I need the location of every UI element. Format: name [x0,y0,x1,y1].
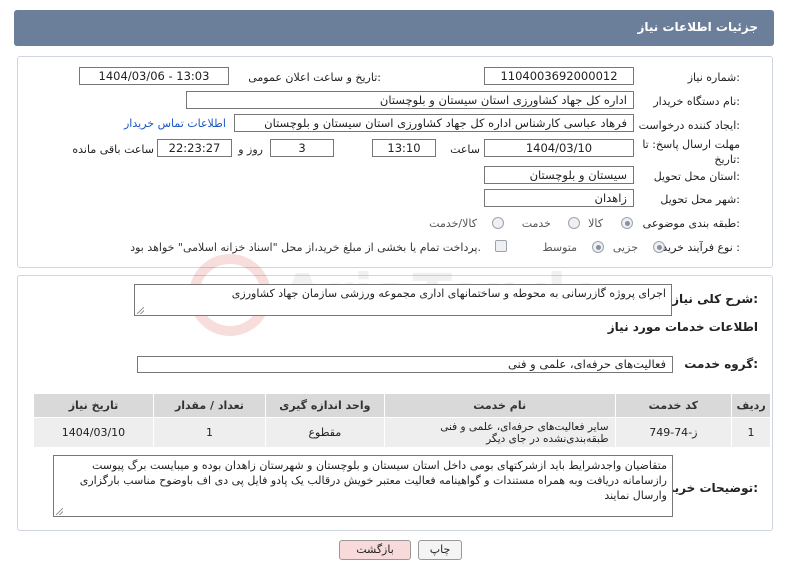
service-group-label: گروه خدمت: [684,357,758,371]
remaining-field: 22:23:27 [157,139,232,157]
resize-grip-icon[interactable] [56,508,63,515]
buyer-org-label: نام دستگاه خریدار: [653,95,740,108]
description-textarea[interactable]: اجرای پروژه گازرسانی به محوطه و ساختمانه… [134,284,672,316]
process-radio-minor[interactable] [653,241,665,253]
buyer-notes-textarea[interactable]: متقاضیان واجدشرایط باید ازشرکتهای بومی د… [53,455,673,517]
need-number-field: 1104003692000012 [484,67,634,85]
city-label: شهر محل تحویل: [660,193,740,206]
category-radio-goods[interactable] [621,217,633,229]
col-header-row: ردیف [731,393,771,418]
creator-field: فرهاد عباسی کارشناس اداره کل جهاد کشاورز… [234,114,634,132]
process-label: نوع فرآیند خرید : [662,241,740,254]
category-option-goods: کالا [588,217,603,230]
contact-info-link[interactable]: اطلاعات تماس خریدار [124,117,226,130]
cell-row: 1 [731,417,771,448]
buyer-notes-text: متقاضیان واجدشرایط باید ازشرکتهای بومی د… [79,459,667,502]
services-table: تاریخ نیاز تعداد / مقدار واحد اندازه گیر… [33,393,771,448]
deadline-date-field: 1404/03/10 [484,139,634,157]
buyer-org-field: اداره کل جهاد کشاورزی استان سیستان و بلو… [186,91,634,109]
cell-need-date: 1404/03/10 [33,417,154,448]
deadline-time-label: ساعت [450,143,480,156]
announce-field: 1404/03/06 - 13:03 [79,67,229,85]
header-bar: جزئیات اطلاعات نیاز [14,10,774,46]
days-field: 3 [270,139,334,157]
treasury-note: پرداخت تمام یا بخشی از مبلغ خرید،از محل … [130,241,481,254]
cell-unit: مقطوع [264,417,385,448]
process-option-medium: متوسط [542,241,577,254]
page-title: جزئیات اطلاعات نیاز [637,20,758,34]
province-field: سیستان و بلوچستان [484,166,634,184]
deadline-label: مهلت ارسال پاسخ: تا تاریخ: [642,138,740,166]
process-radio-medium[interactable] [592,241,604,253]
print-button[interactable]: چاپ [418,540,462,560]
cell-service-name: سایر فعالیت‌های حرفه‌ای، علمی و فنی طبقه… [383,417,616,448]
category-option-service: خدمت [521,217,551,230]
category-option-goods-service: کالا/خدمت [429,217,477,230]
col-header-need-date: تاریخ نیاز [33,393,154,418]
remaining-label: ساعت باقی مانده [72,143,154,156]
process-option-minor: جزیی [612,241,638,254]
table-header-row: تاریخ نیاز تعداد / مقدار واحد اندازه گیر… [33,393,771,418]
cell-service-code: ز-74-749 [614,417,733,448]
need-number-label: شماره نیاز: [687,71,740,84]
resize-grip-icon[interactable] [137,307,144,314]
category-radio-service[interactable] [568,217,580,229]
col-header-service-code: کد خدمت [614,393,733,418]
announce-label: تاریخ و ساعت اعلان عمومی: [248,71,381,84]
description-text: اجرای پروژه گازرسانی به محوطه و ساختمانه… [231,287,666,300]
col-header-service-name: نام خدمت [383,393,616,418]
category-label: طبقه بندی موضوعی: [642,217,740,230]
cell-quantity: 1 [152,417,266,448]
col-header-quantity: تعداد / مقدار [152,393,266,418]
service-group-field: فعالیت‌های حرفه‌ای، علمی و فنی [137,356,673,373]
deadline-time-field: 13:10 [372,139,436,157]
category-radio-goods-service[interactable] [492,217,504,229]
back-button[interactable]: بازگشت [339,540,411,560]
description-label: شرح کلی نیاز: [672,292,758,306]
col-header-unit: واحد اندازه گیری [264,393,385,418]
city-field: زاهدان [484,189,634,207]
table-row: 1404/03/10 1 مقطوع سایر فعالیت‌های حرفه‌… [33,417,771,448]
services-section-title: اطلاعات خدمات مورد نیاز [607,320,758,334]
province-label: استان محل تحویل: [653,170,740,183]
creator-label: ایجاد کننده درخواست: [638,119,740,132]
treasury-checkbox[interactable] [495,240,507,252]
days-label: روز و [238,143,263,156]
